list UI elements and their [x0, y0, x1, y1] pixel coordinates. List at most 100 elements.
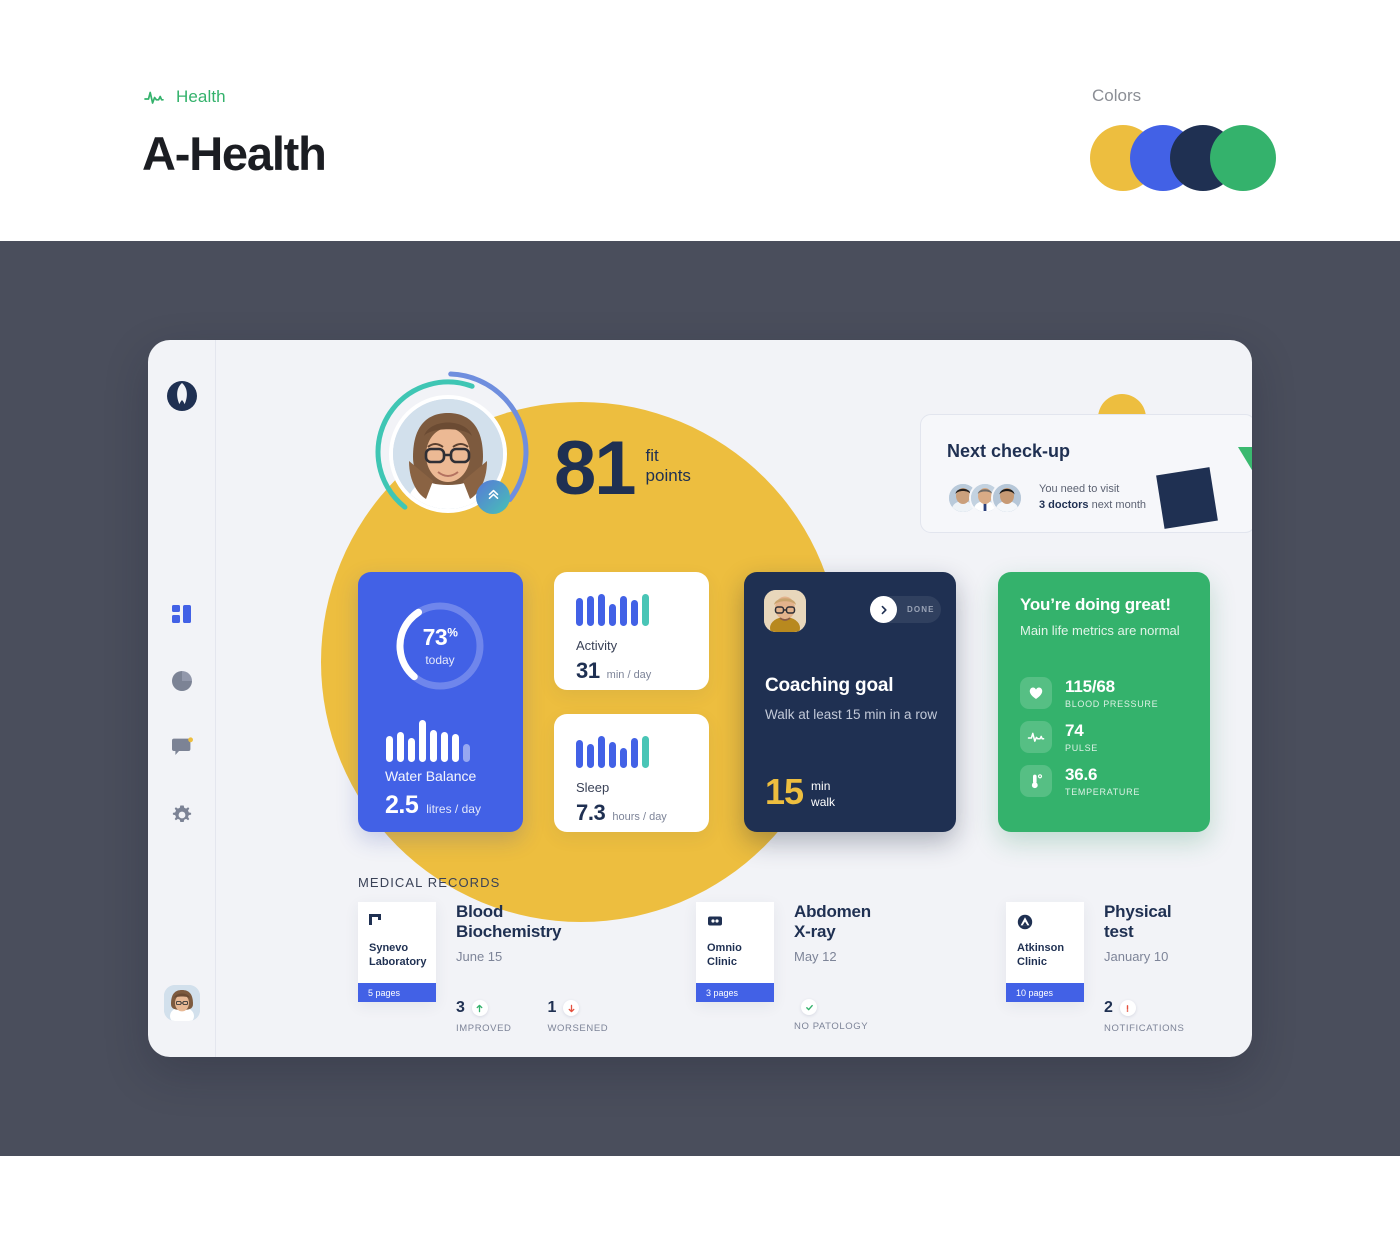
coach-avatar[interactable] — [764, 590, 806, 632]
record-date: May 12 — [794, 949, 837, 964]
hero-level-badge[interactable] — [476, 480, 510, 514]
vital-pulse: 74 PULSE — [1020, 721, 1158, 753]
record-date: June 15 — [456, 949, 503, 964]
brand-tag: Health — [143, 86, 226, 108]
doctor-avatars[interactable] — [947, 482, 1023, 514]
bar — [642, 594, 649, 626]
record-stat-improved: 3 IMPROVED — [456, 999, 511, 1034]
coaching-goal-description: Walk at least 15 min in a row — [765, 707, 938, 722]
sidebar-item-messages[interactable] — [148, 714, 216, 781]
double-chevron-up-icon — [487, 488, 500, 506]
synevo-logo-icon — [369, 914, 385, 933]
record-thumbnail[interactable]: Omnio Clinic 3 pages — [696, 902, 774, 1002]
water-ring-value: 73 — [422, 624, 448, 650]
coaching-goal-card[interactable]: DONE Coaching goal Walk at least 15 min … — [744, 572, 956, 832]
bar — [452, 734, 459, 762]
record-stat-label: WORSENED — [547, 1023, 609, 1034]
vital-temperature-label: TEMPERATURE — [1065, 786, 1141, 797]
coaching-goal-unit: min walk — [811, 777, 835, 810]
record-clinic: Synevo Laboratory — [369, 942, 427, 969]
coaching-done-toggle[interactable]: DONE — [870, 596, 941, 623]
fit-points: 81 fit points — [554, 430, 691, 506]
water-balance-card[interactable]: 73% today Water Balance 2.5 litres / day — [358, 572, 523, 832]
deco-square — [1156, 467, 1218, 529]
bar — [441, 732, 448, 762]
fit-points-unit-line1: fit — [645, 446, 659, 465]
bar — [408, 738, 415, 762]
omnio-logo-icon — [707, 914, 723, 933]
next-checkup-doctors-count: 3 doctors — [1039, 499, 1089, 511]
pulse-icon — [143, 86, 165, 108]
app-window: 81 fit points Next check-up You need to … — [148, 340, 1252, 1057]
exclamation-icon — [1119, 1000, 1136, 1016]
fit-points-unit: fit points — [646, 438, 691, 487]
bar — [598, 736, 605, 768]
bar — [620, 596, 627, 626]
deco-triangle — [1238, 447, 1252, 485]
vital-pulse-label: PULSE — [1065, 742, 1099, 753]
record-stat-notifications: 2 NOTIFICATIONS — [1104, 999, 1184, 1034]
bar — [587, 744, 594, 768]
sleep-card[interactable]: Sleep 7.3 hours / day — [554, 714, 709, 832]
bar — [598, 594, 605, 626]
hero-avatar-wrap — [367, 371, 529, 533]
record-stat-num: 1 — [547, 999, 557, 1016]
record-stat-label: NOTIFICATIONS — [1104, 1023, 1185, 1034]
sidebar-item-statistics[interactable] — [148, 647, 216, 714]
record-stats: 2 NOTIFICATIONS — [1104, 999, 1184, 1034]
water-progress-ring: 73% today — [390, 596, 490, 696]
sleep-label: Sleep — [576, 780, 610, 795]
sleep-value-row: 7.3 hours / day — [576, 800, 667, 826]
water-balance-unit: litres / day — [426, 802, 481, 816]
record-body: Abdomen X-ray May 12 NO PATOLOGY — [794, 902, 871, 1032]
coaching-goal-unit-line1: min — [811, 779, 831, 793]
bar — [430, 730, 437, 762]
bar — [576, 598, 583, 626]
bar — [631, 738, 638, 768]
sidebar-avatar[interactable] — [164, 985, 200, 1021]
sidebar-item-dashboard[interactable] — [148, 580, 216, 647]
vital-temperature-value: 36.6 — [1065, 765, 1098, 785]
check-icon — [801, 999, 817, 1015]
notification-badge-icon — [188, 736, 193, 742]
brand-tag-label: Health — [176, 87, 226, 106]
record-thumbnail[interactable]: Synevo Laboratory 5 pages — [358, 902, 436, 1002]
sleep-value: 7.3 — [576, 800, 606, 825]
record-pages-badge: 10 pages — [1006, 983, 1084, 1002]
activity-unit: min / day — [606, 669, 652, 681]
record-pages-badge: 3 pages — [696, 983, 774, 1002]
next-checkup-text-line1: You need to visit — [1039, 483, 1120, 496]
activity-value-row: 31 min / day — [576, 658, 651, 684]
record-stat-num: 2 — [1104, 999, 1113, 1016]
record-stat-no-patology: NO PATOLOGY — [794, 999, 868, 1032]
arrow-up-icon — [471, 1000, 488, 1016]
sidebar-item-settings[interactable] — [148, 781, 216, 848]
dashboard-content: 81 fit points Next check-up You need to … — [216, 340, 1252, 1057]
activity-card[interactable]: Activity 31 min / day — [554, 572, 709, 690]
record-stat-worsened: 1 WORSENED — [547, 999, 608, 1034]
record-thumbnail[interactable]: Atkinson Clinic 10 pages — [1006, 902, 1084, 1002]
coaching-done-label: DONE — [907, 605, 935, 614]
sidebar-nav — [148, 580, 216, 848]
bar — [631, 600, 638, 626]
water-ring-sub: today — [425, 653, 455, 667]
vitals-card[interactable]: You’re doing great! Main life metrics ar… — [998, 572, 1210, 832]
water-balance-value-row: 2.5 litres / day — [385, 791, 481, 820]
bar — [386, 736, 393, 762]
footer-band — [0, 1156, 1400, 1245]
next-checkup-row: You need to visit 3 doctors next month — [947, 482, 1146, 514]
a-health-logo-icon[interactable] — [166, 380, 198, 412]
page-title: A-Health — [142, 127, 327, 180]
color-swatch-green — [1210, 125, 1276, 191]
record-name: Abdomen X-ray — [794, 902, 871, 941]
vitals-list: 115/68 BLOOD PRESSURE 74 PULSE 36.6 TEMP… — [1020, 677, 1158, 809]
sleep-bar-chart — [576, 736, 649, 768]
vital-blood-pressure-label: BLOOD PRESSURE — [1065, 698, 1159, 709]
coaching-goal-unit-line2: walk — [811, 795, 836, 810]
page-header: Health A-Health Colors — [0, 0, 1400, 241]
chevron-right-icon — [870, 596, 897, 623]
bar — [642, 736, 649, 768]
bar — [609, 742, 616, 768]
bar — [463, 744, 470, 762]
record-stat-label: NO PATOLOGY — [794, 1021, 869, 1032]
